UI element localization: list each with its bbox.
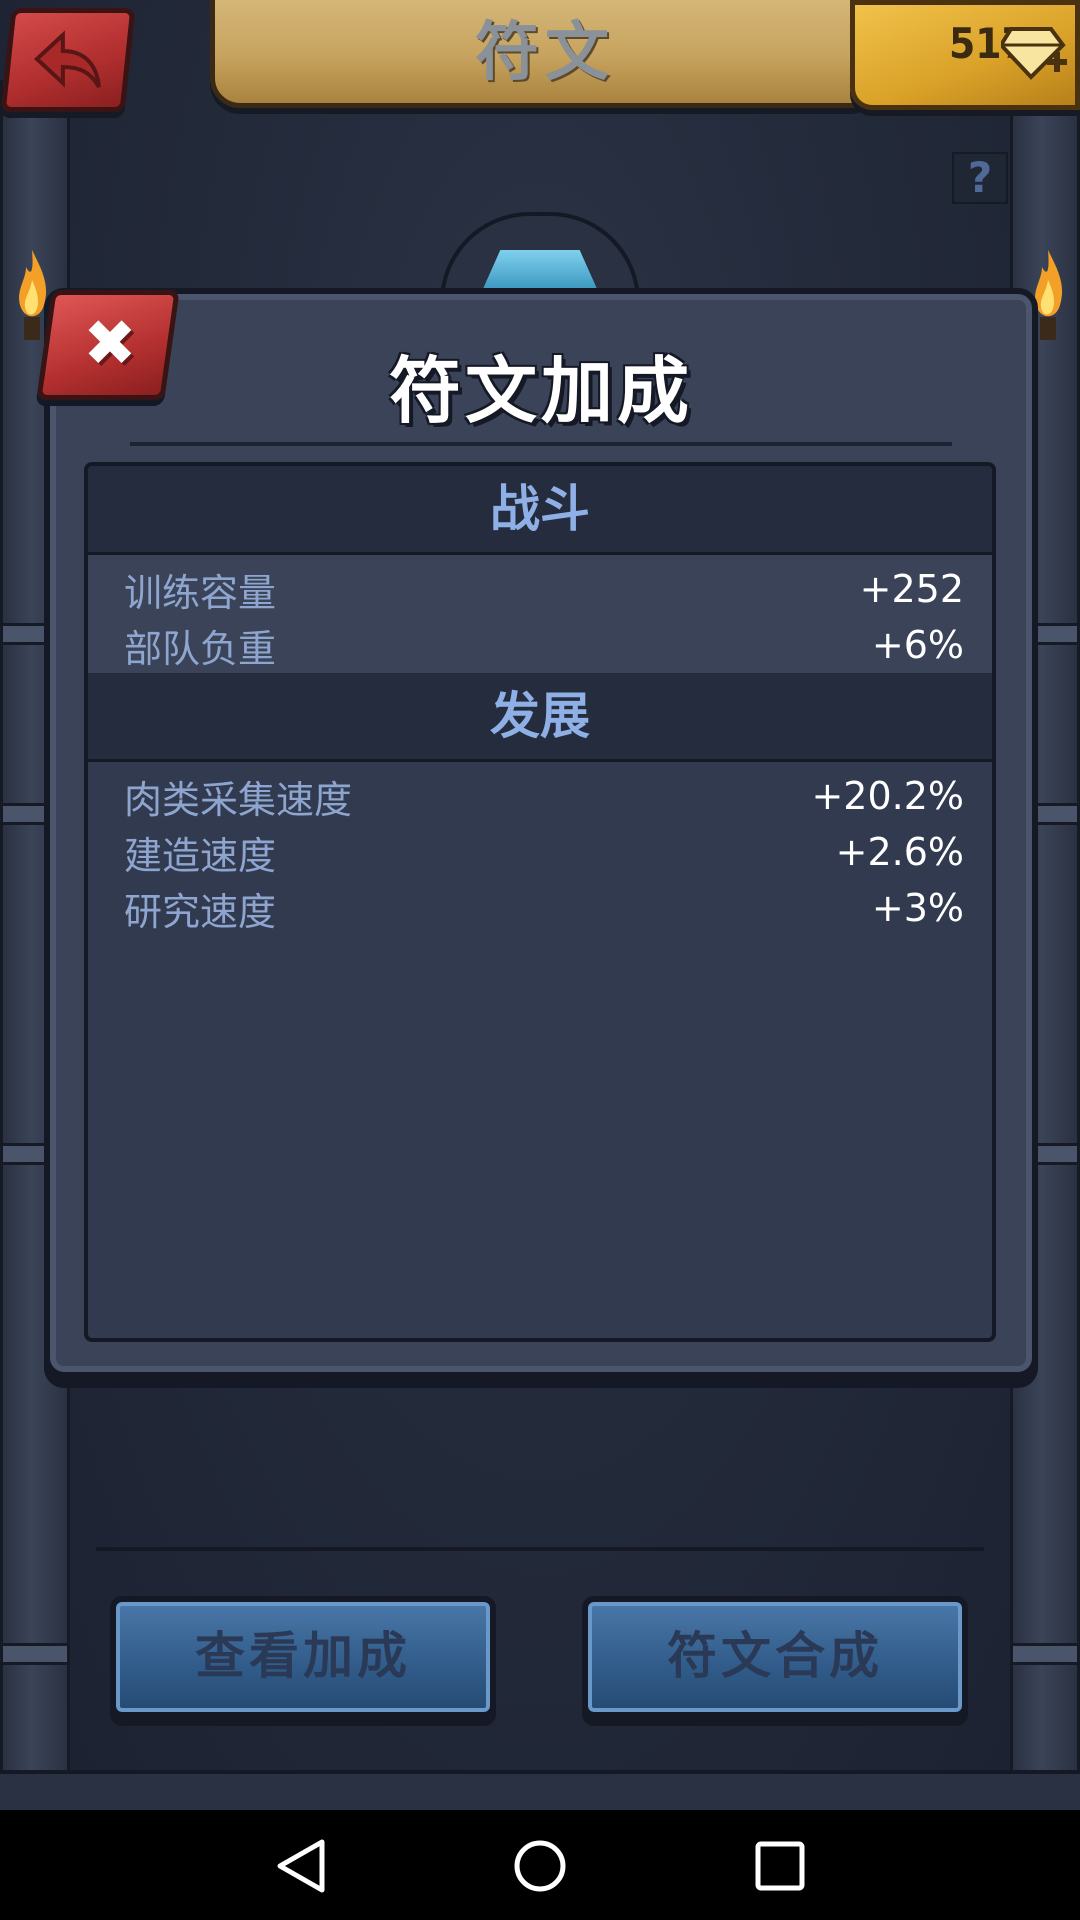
section-rows-combat: 训练容量 +252 部队负重 +6% bbox=[88, 555, 992, 673]
section-header-development: 发展 bbox=[88, 673, 992, 762]
pillar-ring bbox=[0, 1643, 70, 1665]
view-bonus-button[interactable]: 查看加成 bbox=[110, 1596, 496, 1718]
bonus-label: 研究速度 bbox=[124, 889, 277, 934]
base-ornament bbox=[0, 1770, 1080, 1814]
rune-synthesis-button[interactable]: 符文合成 bbox=[582, 1596, 968, 1718]
nav-home-icon[interactable] bbox=[512, 1838, 568, 1894]
help-button[interactable]: ? bbox=[952, 152, 1008, 204]
bonus-label: 部队负重 bbox=[124, 626, 277, 671]
bonus-label: 建造速度 bbox=[124, 833, 277, 878]
pillar-ring bbox=[1010, 1643, 1080, 1665]
bonus-value: +20.2% bbox=[811, 774, 964, 818]
dialog-title: 符文加成 bbox=[388, 349, 693, 433]
bonus-value: +2.6% bbox=[835, 830, 964, 874]
system-nav-bar bbox=[0, 1810, 1080, 1920]
bonus-label: 训练容量 bbox=[124, 570, 277, 615]
close-icon: ✖ bbox=[83, 307, 137, 381]
list-item: 研究速度 +3% bbox=[88, 880, 992, 936]
list-item: 建造速度 +2.6% bbox=[88, 824, 992, 880]
bonus-value: +6% bbox=[871, 623, 964, 667]
screen: 符文 517 ? 符文加成 ✖ 战斗 训练容量 +252 部队负重 +6% 发展… bbox=[0, 0, 1080, 1920]
close-button[interactable]: ✖ bbox=[36, 290, 180, 400]
gem-counter[interactable]: 517 bbox=[850, 0, 1080, 110]
bonus-label: 肉类采集速度 bbox=[124, 777, 353, 822]
section-rows-development: 肉类采集速度 +20.2% 建造速度 +2.6% 研究速度 +3% bbox=[88, 762, 992, 936]
back-button[interactable] bbox=[0, 8, 136, 112]
nav-back-icon[interactable] bbox=[272, 1838, 332, 1894]
list-item: 肉类采集速度 +20.2% bbox=[88, 768, 992, 824]
gem-plus-icon[interactable] bbox=[1001, 19, 1071, 85]
dialog-divider bbox=[130, 442, 952, 446]
section-header-combat: 战斗 bbox=[88, 466, 992, 555]
bonus-value: +3% bbox=[871, 886, 964, 930]
bottom-divider bbox=[96, 1547, 984, 1551]
back-arrow-icon bbox=[33, 30, 101, 89]
list-item: 部队负重 +6% bbox=[88, 617, 992, 673]
bonus-value: +252 bbox=[859, 567, 964, 611]
title-banner: 符文 bbox=[210, 0, 880, 108]
bonus-panel: 战斗 训练容量 +252 部队负重 +6% 发展 肉类采集速度 +20.2% 建… bbox=[84, 462, 996, 1342]
page-title: 符文 bbox=[475, 16, 615, 90]
list-item: 训练容量 +252 bbox=[88, 561, 992, 617]
nav-recents-icon[interactable] bbox=[752, 1838, 808, 1894]
